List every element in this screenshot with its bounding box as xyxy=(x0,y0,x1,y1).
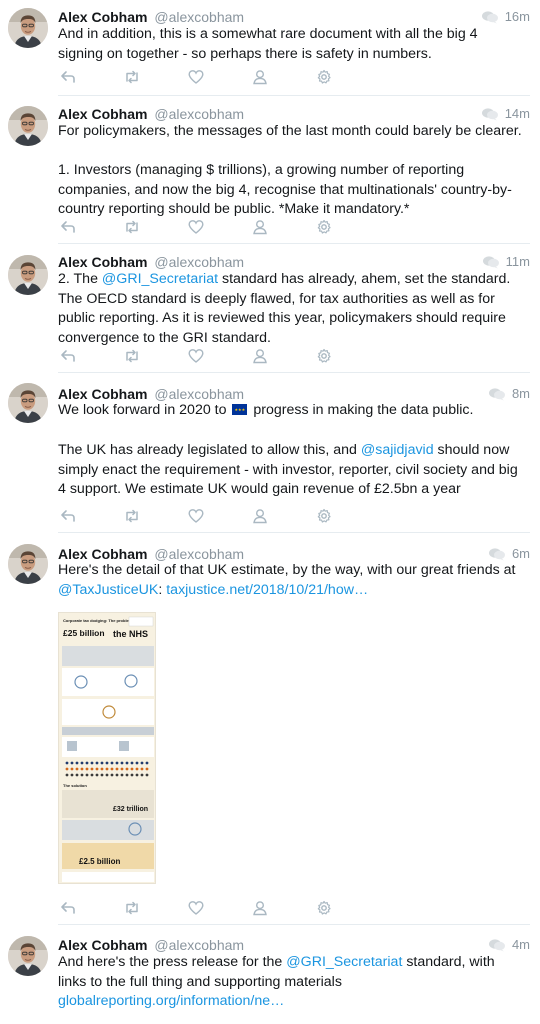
infographic-image[interactable]: Corporate tax dodging: The problem £25 b… xyxy=(58,612,156,884)
url-link[interactable]: taxjustice.net/2018/10/21/how… xyxy=(166,582,368,598)
tweet[interactable]: Alex Cobham @alexcobham 11m 2. The @GRI_… xyxy=(0,244,540,372)
retweet-icon[interactable] xyxy=(122,506,142,526)
tweet-actions xyxy=(58,898,348,918)
infographic-label: the NHS xyxy=(113,629,148,639)
speech-bubble-icon xyxy=(488,938,506,952)
tweet[interactable]: Alex Cobham @alexcobham 8m We look forwa… xyxy=(0,373,540,533)
author-handle[interactable]: @alexcobham xyxy=(154,106,244,122)
speech-bubble-icon xyxy=(488,387,506,401)
speech-bubble-icon xyxy=(481,107,499,121)
avatar[interactable] xyxy=(8,255,48,295)
tweet[interactable]: Alex Cobham @alexcobham 6m Here's the de… xyxy=(0,533,540,925)
user-icon[interactable] xyxy=(250,506,270,526)
tweet-text: And here's the press release for the @GR… xyxy=(58,953,526,1012)
reply-icon[interactable] xyxy=(58,67,78,87)
avatar[interactable] xyxy=(8,8,48,48)
tweet-text-paragraph: We look forward in 2020 to progress in m… xyxy=(58,401,526,421)
author-handle[interactable]: @alexcobham xyxy=(154,386,244,402)
user-icon[interactable] xyxy=(250,67,270,87)
author-name[interactable]: Alex Cobham xyxy=(58,9,147,25)
retweet-icon[interactable] xyxy=(122,217,142,237)
author-handle[interactable]: @alexcobham xyxy=(154,254,244,270)
tweet[interactable]: Alex Cobham @alexcobham 16m And in addit… xyxy=(0,0,540,92)
heart-icon[interactable] xyxy=(186,346,206,366)
heart-icon[interactable] xyxy=(186,217,206,237)
tweet-text-paragraph: The UK has already legislated to allow t… xyxy=(58,441,526,500)
author-name[interactable]: Alex Cobham xyxy=(58,386,147,402)
avatar[interactable] xyxy=(8,106,48,146)
reply-icon[interactable] xyxy=(58,506,78,526)
mention-link[interactable]: @GRI_Secretariat xyxy=(286,954,402,970)
tweet-actions xyxy=(58,346,348,366)
heart-icon[interactable] xyxy=(186,506,206,526)
tweet-header: Alex Cobham @alexcobham 16m xyxy=(58,7,530,27)
author-name[interactable]: Alex Cobham xyxy=(58,106,147,122)
reply-icon[interactable] xyxy=(58,217,78,237)
text-segment: 2. The xyxy=(58,271,102,287)
gear-icon[interactable] xyxy=(314,217,334,237)
tweet-text-paragraph: 1. Investors (managing $ trillions), a g… xyxy=(58,162,512,218)
tweet-text-paragraph: For policymakers, the messages of the la… xyxy=(58,123,522,139)
infographic-amount: £32 trillion xyxy=(113,806,148,813)
heart-icon[interactable] xyxy=(186,67,206,87)
speech-bubble-icon xyxy=(488,547,506,561)
tweet-actions xyxy=(58,67,348,87)
speech-bubble-icon xyxy=(482,255,500,269)
infographic-solution: The solution xyxy=(63,783,87,788)
text-segment: Here's the detail of that UK estimate, b… xyxy=(58,562,520,578)
avatar[interactable] xyxy=(8,936,48,976)
author-name[interactable]: Alex Cobham xyxy=(58,254,147,270)
avatar[interactable] xyxy=(8,383,48,423)
tweet-header: Alex Cobham @alexcobham 4m xyxy=(58,935,530,955)
infographic-graphic: Corporate tax dodging: The problem £25 b… xyxy=(59,613,155,883)
reply-icon[interactable] xyxy=(58,898,78,918)
tweet-text: Here's the detail of that UK estimate, b… xyxy=(58,561,526,600)
tweet-text: And in addition, this is a somewhat rare… xyxy=(58,26,482,62)
user-icon[interactable] xyxy=(250,346,270,366)
author-name[interactable]: Alex Cobham xyxy=(58,937,147,953)
gear-icon[interactable] xyxy=(314,506,334,526)
retweet-icon[interactable] xyxy=(122,346,142,366)
retweet-icon[interactable] xyxy=(122,67,142,87)
text-segment: And here's the press release for the xyxy=(58,954,287,970)
user-icon[interactable] xyxy=(250,898,270,918)
tweet-text: 2. The @GRI_Secretariat standard has alr… xyxy=(58,270,526,348)
author-handle[interactable]: @alexcobham xyxy=(154,937,244,953)
tweet-time[interactable]: 14m xyxy=(505,104,530,124)
infographic-amount: £25 billion xyxy=(63,628,105,638)
speech-bubble-icon xyxy=(481,10,499,24)
author-name[interactable]: Alex Cobham xyxy=(58,546,147,562)
tweet-actions xyxy=(58,217,348,237)
tweet-actions xyxy=(58,506,348,526)
mention-link[interactable]: @GRI_Secretariat xyxy=(102,271,218,287)
avatar[interactable] xyxy=(8,544,48,584)
tweet-header: Alex Cobham @alexcobham 14m xyxy=(58,104,530,124)
gear-icon[interactable] xyxy=(314,898,334,918)
tweet-time[interactable]: 4m xyxy=(512,935,530,955)
tweet-time[interactable]: 16m xyxy=(505,7,530,27)
tweet[interactable]: Alex Cobham @alexcobham 4m And here's th… xyxy=(0,925,540,1024)
text-segment: The UK has already legislated to allow t… xyxy=(58,442,361,458)
author-handle[interactable]: @alexcobham xyxy=(154,9,244,25)
user-icon[interactable] xyxy=(250,217,270,237)
text-segment: progress in making the data public. xyxy=(249,402,474,418)
gear-icon[interactable] xyxy=(314,346,334,366)
mention-link[interactable]: @sajidjavid xyxy=(361,442,434,458)
gear-icon[interactable] xyxy=(314,67,334,87)
mention-link[interactable]: @TaxJusticeUK xyxy=(58,582,158,598)
tweet-header: Alex Cobham @alexcobham 11m xyxy=(58,252,530,272)
reply-icon[interactable] xyxy=(58,346,78,366)
tweet-time[interactable]: 11m xyxy=(506,252,530,272)
heart-icon[interactable] xyxy=(186,898,206,918)
eu-flag-icon xyxy=(232,404,248,415)
text-segment: We look forward in 2020 to xyxy=(58,402,231,418)
url-link[interactable]: globalreporting.org/information/ne… xyxy=(58,993,284,1009)
author-handle[interactable]: @alexcobham xyxy=(154,546,244,562)
retweet-icon[interactable] xyxy=(122,898,142,918)
infographic-heading: Corporate tax dodging: The problem xyxy=(63,618,133,623)
tweet[interactable]: Alex Cobham @alexcobham 14m For policyma… xyxy=(0,96,540,244)
infographic-amount: £2.5 billion xyxy=(79,857,120,866)
